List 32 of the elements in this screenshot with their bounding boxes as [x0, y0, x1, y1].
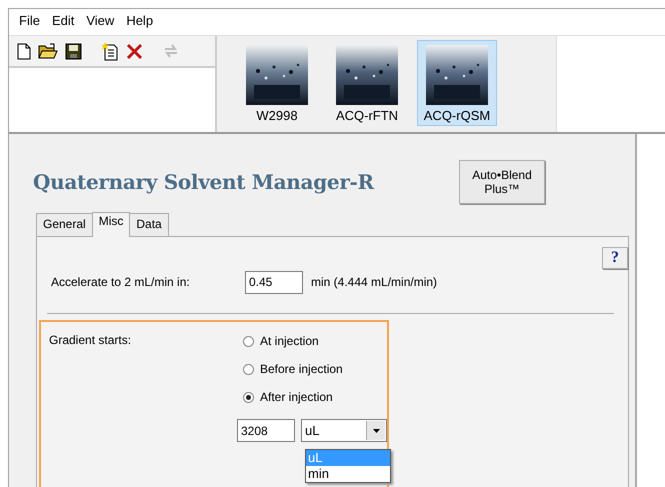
radio-button[interactable] [243, 336, 254, 346]
radio-label[interactable]: After injection [260, 390, 333, 404]
accelerate-time-field[interactable]: 0.45 [245, 270, 303, 294]
auto-blend-button[interactable]: Auto•Blend Plus™ [459, 160, 545, 204]
menu-item[interactable]: View [80, 13, 120, 33]
new-document-icon[interactable] [102, 41, 119, 61]
panel-title: Quaternary Solvent Manager-R [33, 170, 374, 194]
radio-label[interactable]: At injection [260, 334, 319, 348]
delete-icon[interactable] [126, 42, 143, 60]
menu-item[interactable]: Help [120, 13, 160, 33]
radio-button[interactable] [243, 364, 254, 374]
dropdown-arrow-icon [372, 428, 380, 432]
tab[interactable]: General [36, 213, 93, 236]
dropdown-option[interactable]: min [306, 466, 390, 482]
save-icon[interactable] [65, 42, 82, 60]
menu-item[interactable]: Edit [46, 13, 80, 33]
instrument-tile[interactable]: ACQ-rQSM [417, 40, 497, 126]
menu-item[interactable]: File [13, 13, 46, 33]
field-label: Accelerate to 2 mL/min in: [50, 275, 191, 289]
tab[interactable]: Data [129, 213, 169, 236]
radio-button[interactable] [243, 392, 254, 402]
radio-label[interactable]: Before injection [260, 362, 343, 376]
new-file-icon[interactable] [17, 42, 31, 60]
tab[interactable]: Misc [92, 212, 130, 237]
instrument-tile[interactable]: ACQ-rFTN [327, 40, 407, 126]
amount-field[interactable]: 3208 [237, 419, 295, 442]
unit-dropdown[interactable]: uL [301, 419, 387, 442]
help-button[interactable]: ? [602, 247, 628, 269]
folder-icon[interactable] [38, 42, 58, 60]
field-label: Gradient starts: [49, 332, 132, 349]
unit-label: min (4.444 mL/min/min) [311, 275, 438, 289]
instrument-tile[interactable]: W2998 [237, 40, 317, 126]
